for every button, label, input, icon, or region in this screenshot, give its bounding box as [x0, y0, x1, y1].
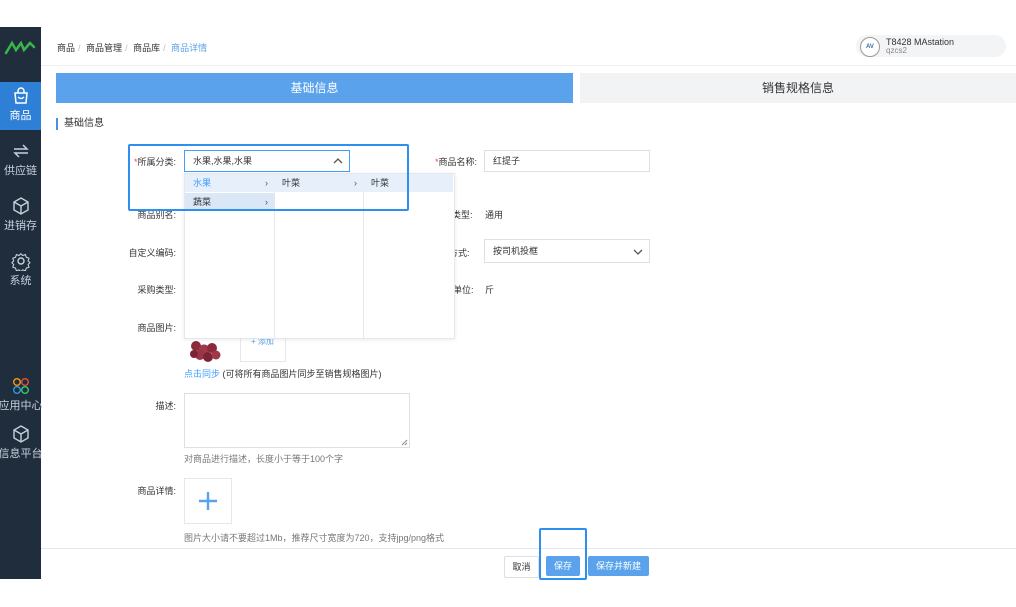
- exchange-arrows-icon: [12, 144, 29, 158]
- goods-name-label: *商品名称:: [434, 157, 477, 167]
- cancel-button[interactable]: 取消: [504, 556, 539, 578]
- sync-hint: (可将所有商品图片同步至销售规格图片): [222, 369, 382, 379]
- avatar: AV: [860, 37, 880, 57]
- breadcrumb-item[interactable]: 商品: [57, 43, 75, 53]
- unit-label: 单位:: [453, 285, 474, 295]
- brand-logo: [4, 40, 36, 55]
- sidebar-item-label: 供应链: [4, 165, 37, 177]
- breadcrumb: 商品 / 商品管理 / 商品库 / 商品详情: [57, 43, 208, 53]
- breadcrumb-item[interactable]: 商品管理: [86, 43, 122, 53]
- resize-handle-icon: [401, 439, 408, 446]
- box-icon: [12, 425, 29, 443]
- gear-icon: [10, 252, 31, 271]
- sidebar: 商品 供应链 进销存 系统 应用中心 信息平台: [0, 27, 43, 579]
- save-and-new-button[interactable]: 保存并新建: [588, 556, 649, 576]
- sync-row: 点击同步 (可将所有商品图片同步至销售规格图片): [184, 367, 382, 380]
- apps-icon: [12, 378, 29, 394]
- detail-upload-button[interactable]: [184, 478, 232, 524]
- detail-label: 商品详情:: [137, 486, 176, 496]
- detail-hint: 图片大小请不要超过1Mb，推荐尺寸宽度为720，支持jpg/png格式: [184, 533, 445, 543]
- sidebar-item-label: 应用中心: [0, 400, 43, 412]
- section-title: 基础信息: [56, 118, 104, 130]
- sidebar-item-label: 进销存: [4, 220, 37, 232]
- tab-basic-info[interactable]: 基础信息: [56, 73, 573, 103]
- tab-sales-spec[interactable]: 销售规格信息: [580, 73, 1016, 103]
- sidebar-item-system[interactable]: 系统: [0, 247, 41, 295]
- sidebar-item-supply-chain[interactable]: 供应链: [0, 137, 41, 185]
- sidebar-item-goods[interactable]: 商品: [0, 82, 41, 130]
- plus-icon: [199, 492, 217, 510]
- sidebar-item-inventory[interactable]: 进销存: [0, 192, 41, 240]
- highlight-box: [128, 144, 409, 211]
- top-bar: 商品 / 商品管理 / 商品库 / 商品详情 AV T8428 MAstation q…: [41, 27, 1016, 66]
- purchase-type-label: 采购类型:: [137, 285, 176, 295]
- sidebar-item-app-center[interactable]: 应用中心: [0, 372, 43, 420]
- custom-code-label: 自定义编码:: [128, 248, 176, 258]
- description-textarea[interactable]: [184, 393, 410, 448]
- description-hint: 对商品进行描述，长度小于等于100个字: [184, 454, 344, 464]
- sidebar-item-label: 系统: [9, 275, 32, 287]
- method-value: 按司机投框: [493, 246, 539, 256]
- goods-image-label: 商品图片:: [137, 323, 176, 333]
- shopping-bag-icon: [13, 87, 28, 104]
- cube-icon: [12, 197, 29, 215]
- goods-name-input[interactable]: 红提子: [484, 150, 650, 172]
- chevron-down-icon: [633, 249, 643, 255]
- sidebar-item-label: 商品: [9, 110, 32, 122]
- unit-value: 斤: [485, 285, 495, 295]
- breadcrumb-current: 商品详情: [171, 43, 208, 53]
- method-select[interactable]: 按司机投框: [484, 239, 650, 263]
- sync-link[interactable]: 点击同步: [184, 369, 220, 379]
- sidebar-item-info-platform[interactable]: 信息平台: [0, 420, 43, 468]
- user-account: qzcs2: [886, 46, 907, 55]
- breadcrumb-item[interactable]: 商品库: [133, 43, 160, 53]
- goods-type-value: 通用: [485, 210, 504, 220]
- goods-name-value: 红提子: [493, 156, 521, 166]
- sidebar-item-label: 信息平台: [0, 448, 43, 460]
- highlight-box: [539, 528, 587, 580]
- user-menu[interactable]: AV T8428 MAstation qzcs2: [856, 35, 1006, 57]
- description-label: 描述:: [155, 401, 176, 411]
